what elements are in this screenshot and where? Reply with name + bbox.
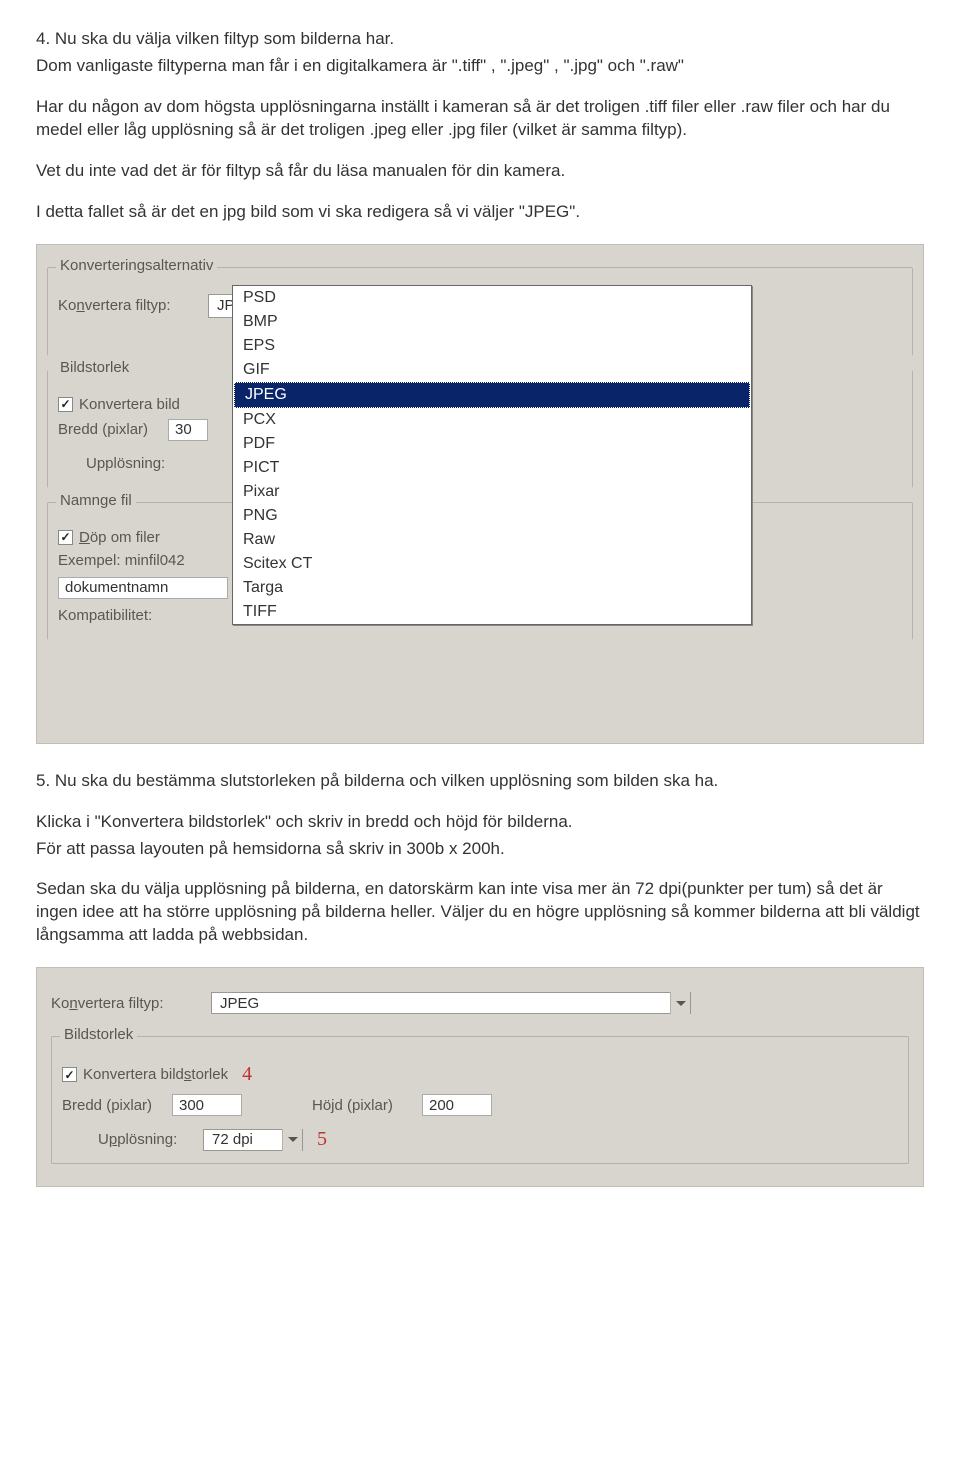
callout-5: 5: [317, 1128, 327, 1151]
step4-p2: Dom vanligaste filtyperna man får i en d…: [36, 55, 924, 78]
filetype-option[interactable]: Pixar: [233, 480, 751, 504]
lbl-resolution-2: Upplösning:: [98, 1131, 203, 1148]
input-docname[interactable]: dokumentnamn: [58, 577, 228, 599]
filetype-option[interactable]: PSD: [233, 286, 751, 310]
lbl-example: Exempel: minfil042: [58, 552, 185, 569]
lbl-width: Bredd (pixlar): [58, 421, 168, 438]
group-title-conv: Konverteringsalternativ: [56, 257, 217, 274]
chk-convert-size-2-label: Konvertera bildstorlek: [83, 1066, 228, 1083]
chk-rename-files[interactable]: ✓: [58, 530, 73, 545]
input-width[interactable]: 30: [168, 419, 208, 441]
filetype-option[interactable]: Scitex CT: [233, 552, 751, 576]
group-title-size-2: Bildstorlek: [60, 1026, 137, 1043]
step5-text: 5. Nu ska du bestämma slutstorleken på b…: [36, 770, 924, 948]
filetype-option[interactable]: TIFF: [233, 600, 751, 624]
group-title-size: Bildstorlek: [56, 359, 133, 376]
dialog-screenshot-1: Konverteringsalternativ Konvertera filty…: [36, 244, 924, 744]
lbl-convert-filetype: Konvertera filtyp:: [58, 297, 208, 314]
step5-p4: Sedan ska du välja upplösning på bildern…: [36, 878, 924, 947]
callout-4: 4: [242, 1063, 252, 1086]
lbl-width-2: Bredd (pixlar): [62, 1097, 172, 1114]
chevron-down-icon[interactable]: [670, 992, 690, 1014]
step4-p1: 4. Nu ska du välja vilken filtyp som bil…: [36, 28, 924, 51]
lbl-height-2: Höjd (pixlar): [312, 1097, 422, 1114]
filetype-option[interactable]: JPEG: [234, 382, 750, 408]
group-title-name: Namnge fil: [56, 492, 136, 509]
combo-resolution-value: 72 dpi: [204, 1131, 261, 1148]
step4-p5: I detta fallet så är det en jpg bild som…: [36, 201, 924, 224]
input-width-2[interactable]: 300: [172, 1094, 242, 1116]
filetype-option[interactable]: BMP: [233, 310, 751, 334]
lbl-resolution: Upplösning:: [86, 455, 196, 472]
filetype-dropdown-list[interactable]: PSDBMPEPSGIFJPEGPCXPDFPICTPixarPNGRawSci…: [232, 285, 752, 625]
step5-p3: För att passa layouten på hemsidorna så …: [36, 838, 924, 861]
filetype-option[interactable]: GIF: [233, 358, 751, 382]
chevron-down-icon[interactable]: [282, 1129, 302, 1151]
filetype-option[interactable]: PCX: [233, 408, 751, 432]
input-height-2[interactable]: 200: [422, 1094, 492, 1116]
chk-convert-size-label: Konvertera bild: [79, 396, 180, 413]
filetype-option[interactable]: PDF: [233, 432, 751, 456]
filetype-option[interactable]: Raw: [233, 528, 751, 552]
filetype-option[interactable]: PICT: [233, 456, 751, 480]
chk-rename-label: Döp om filer: [79, 529, 160, 546]
filetype-option[interactable]: Targa: [233, 576, 751, 600]
lbl-compat: Kompatibilitet:: [58, 607, 152, 624]
step4-p3: Har du någon av dom högsta upplösningarn…: [36, 96, 924, 142]
step4-p4: Vet du inte vad det är för filtyp så får…: [36, 160, 924, 183]
lbl-convert-filetype-2: Konvertera filtyp:: [51, 995, 211, 1012]
filetype-option[interactable]: PNG: [233, 504, 751, 528]
combo-resolution[interactable]: 72 dpi: [203, 1129, 303, 1151]
combo-filetype-2[interactable]: JPEG: [211, 992, 691, 1014]
filetype-option[interactable]: EPS: [233, 334, 751, 358]
chk-convert-size-2[interactable]: ✓: [62, 1067, 77, 1082]
dialog-screenshot-2: Konvertera filtyp: JPEG Bildstorlek ✓ Ko…: [36, 967, 924, 1187]
step5-p2: Klicka i "Konvertera bildstorlek" och sk…: [36, 811, 924, 834]
step5-p1: 5. Nu ska du bestämma slutstorleken på b…: [36, 770, 924, 793]
combo-filetype-2-value: JPEG: [212, 995, 267, 1012]
step4-text: 4. Nu ska du välja vilken filtyp som bil…: [36, 28, 924, 224]
chk-convert-size[interactable]: ✓: [58, 397, 73, 412]
